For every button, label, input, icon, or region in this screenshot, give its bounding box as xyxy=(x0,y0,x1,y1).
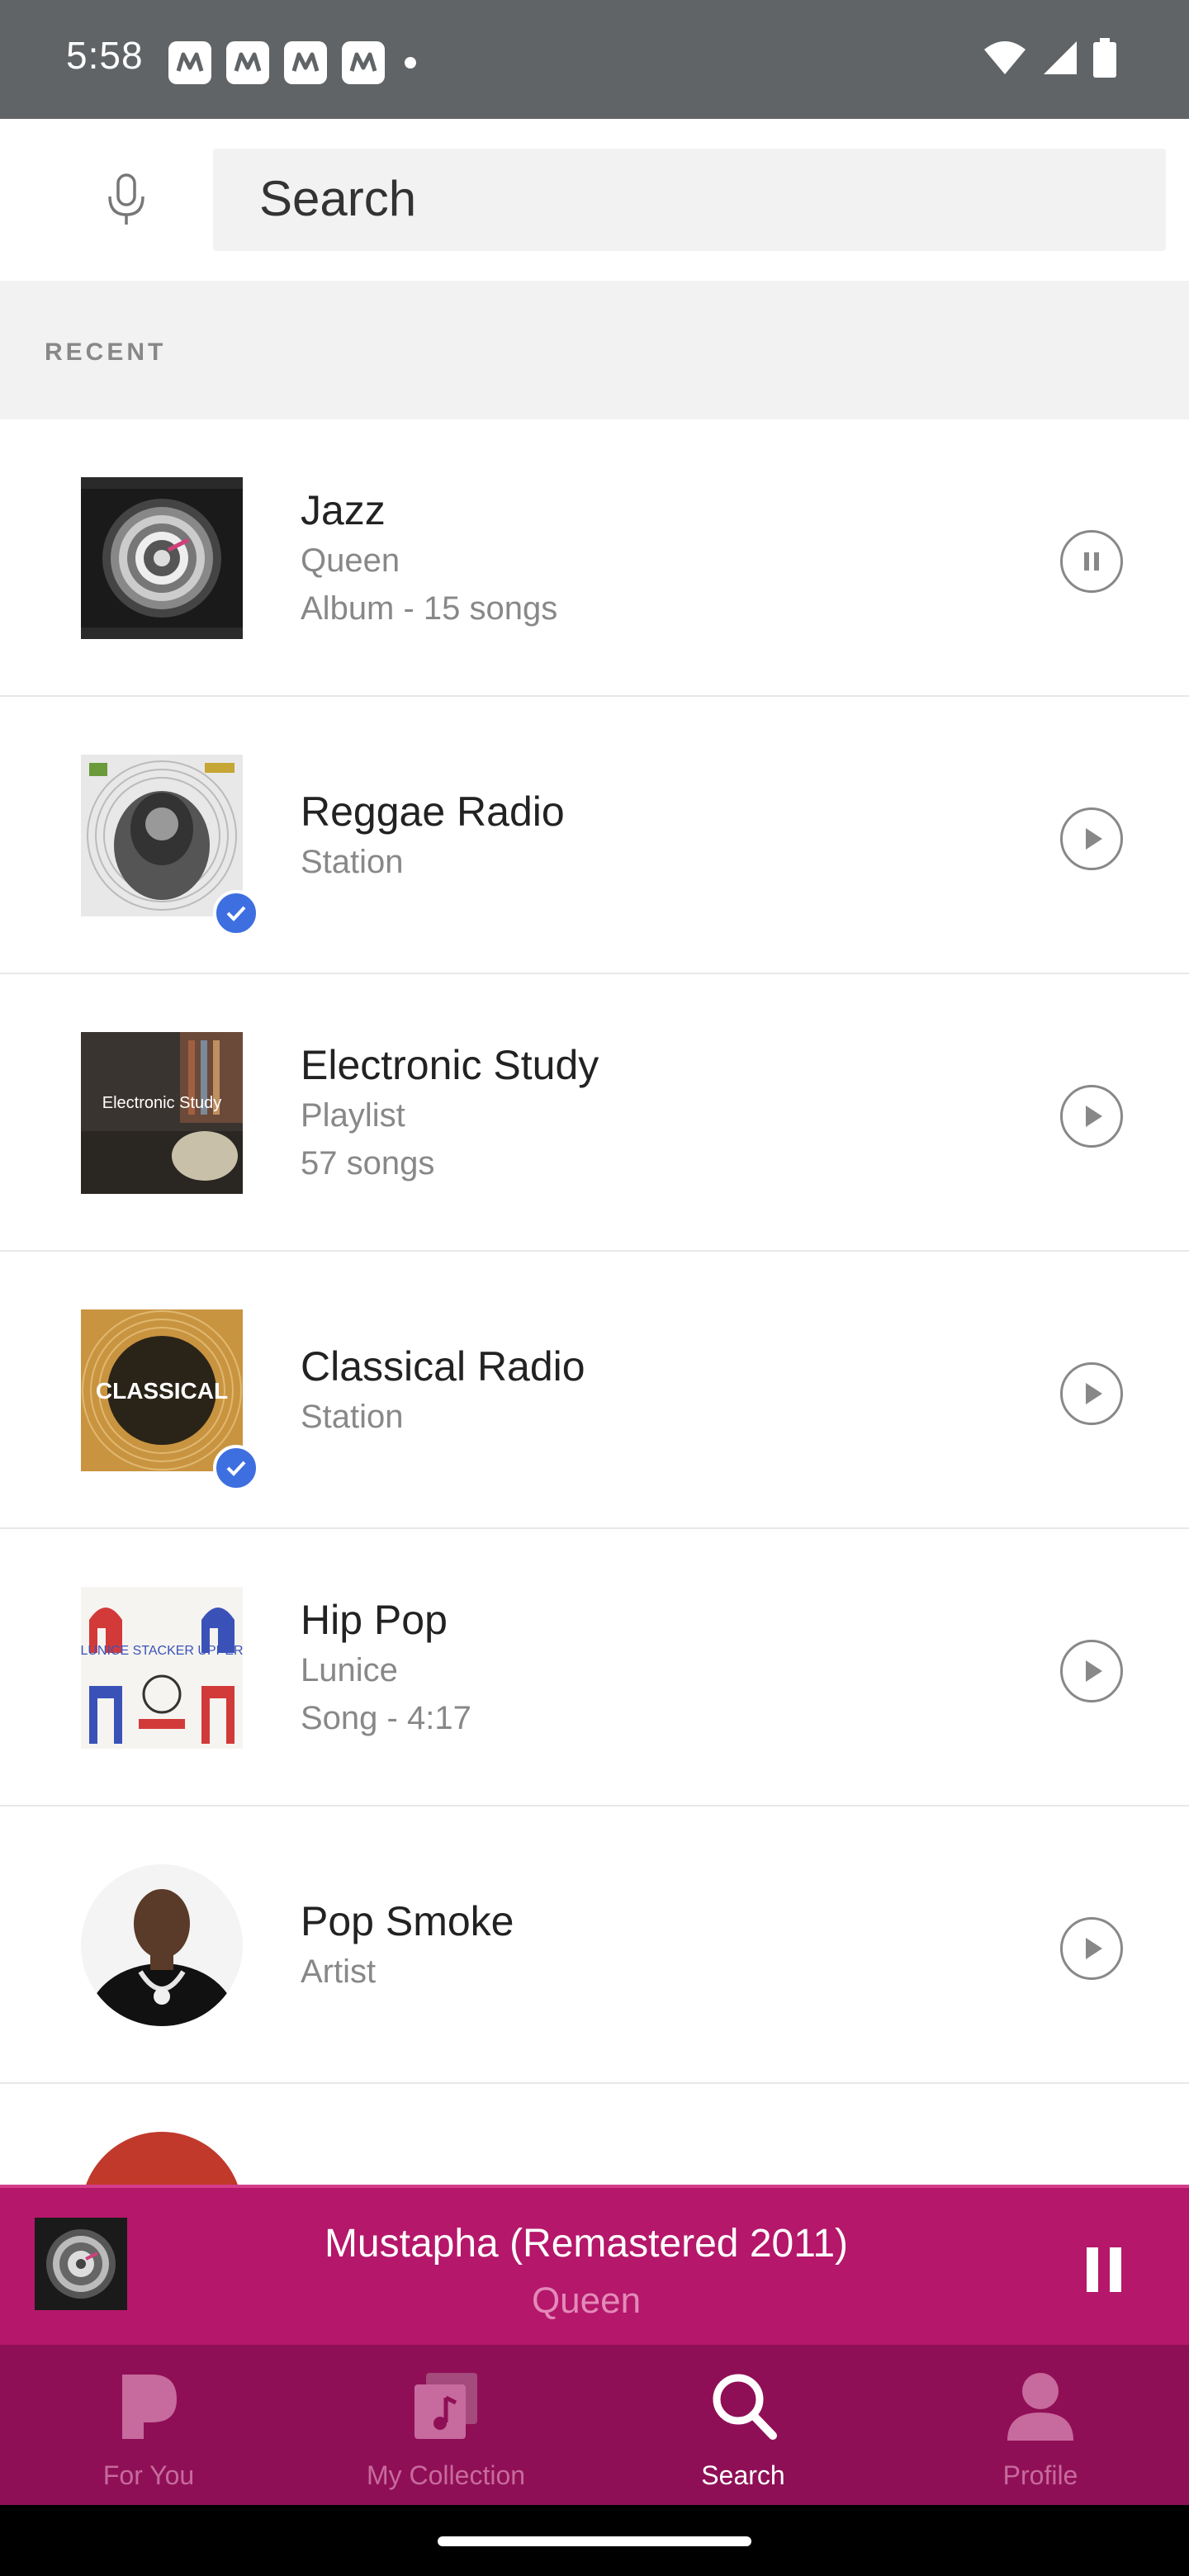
notification-app-icon xyxy=(342,41,385,84)
album-art-jazz xyxy=(81,477,243,639)
mini-player-art xyxy=(35,2218,127,2310)
nav-search[interactable]: Search xyxy=(594,2345,892,2505)
item-text: Classical Radio Station xyxy=(301,1252,585,1529)
added-check-icon xyxy=(213,1445,259,1491)
item-title: Jazz xyxy=(301,487,386,533)
item-title: Electronic Study xyxy=(301,1042,599,1088)
nav-profile[interactable]: Profile xyxy=(892,2345,1189,2505)
list-item[interactable]: Jazz Queen Album - 15 songs xyxy=(0,419,1189,697)
search-box[interactable] xyxy=(213,149,1166,251)
nav-my-collection[interactable]: My Collection xyxy=(297,2345,594,2505)
item-text: Electronic Study Playlist 57 songs xyxy=(301,974,599,1252)
item-text: Jazz Queen Album - 15 songs xyxy=(301,419,557,697)
nav-for-you[interactable]: For You xyxy=(0,2345,297,2505)
play-button[interactable] xyxy=(1060,1085,1123,1148)
system-icons xyxy=(983,38,1116,78)
signal-icon xyxy=(1044,41,1077,74)
search-header xyxy=(0,119,1189,281)
play-button[interactable] xyxy=(1060,1362,1123,1425)
search-input[interactable] xyxy=(259,172,1085,225)
station-art-reggae xyxy=(81,755,243,916)
nav-label-search: Search xyxy=(701,2460,785,2490)
item-subtitle: Artist xyxy=(301,1953,377,1990)
list-item[interactable]: Electronic Study Electronic Study Playli… xyxy=(0,974,1189,1252)
item-title: Classical Radio xyxy=(301,1343,585,1390)
play-button[interactable] xyxy=(1060,1917,1123,1980)
play-icon xyxy=(1086,1106,1102,1127)
notification-app-icon xyxy=(168,41,211,84)
pandora-p-icon xyxy=(122,2375,177,2439)
item-subtitle: Playlist xyxy=(301,1097,405,1134)
now-playing-artist: Queen xyxy=(531,2280,642,2321)
play-icon xyxy=(1086,1938,1102,1959)
recent-list: Jazz Queen Album - 15 songs Reggae Radio… xyxy=(0,419,1189,2361)
collection-icon xyxy=(414,2373,477,2439)
notification-icons xyxy=(168,41,416,84)
item-text: Pop Smoke Artist xyxy=(301,1807,514,2084)
art-text-electronic: Electronic Study xyxy=(102,1094,222,1112)
notification-app-icon xyxy=(226,41,269,84)
microphone-icon[interactable] xyxy=(104,173,149,226)
list-item[interactable]: LUNICE STACKER UPPER Hip Pop Lunice Song… xyxy=(0,1529,1189,1807)
item-subtitle-secondary: Album - 15 songs xyxy=(301,590,558,627)
song-art-hip-pop: LUNICE STACKER UPPER xyxy=(81,1587,243,1749)
item-title: Reggae Radio xyxy=(301,788,565,835)
item-title: Hip Pop xyxy=(301,1597,448,1643)
list-item[interactable]: Pop Smoke Artist xyxy=(0,1807,1189,2084)
gesture-navigation-area xyxy=(0,2505,1189,2576)
battery-icon xyxy=(1093,38,1116,78)
more-notifications-dot-icon xyxy=(405,57,416,69)
item-title: Pop Smoke xyxy=(301,1898,514,1944)
list-item[interactable]: CLASSICAL Classical Radio Station xyxy=(0,1252,1189,1529)
item-text: Hip Pop Lunice Song - 4:17 xyxy=(301,1529,471,1807)
recent-section-header: RECENT xyxy=(0,281,1189,419)
item-subtitle: Queen xyxy=(301,542,400,579)
artist-avatar-pop-smoke xyxy=(81,1864,243,2026)
status-bar: 5:58 xyxy=(0,0,1189,119)
bottom-navigation: For You My Collection Search Profile xyxy=(0,2345,1189,2505)
mini-player[interactable]: Mustapha (Remastered 2011) Queen xyxy=(0,2185,1189,2345)
playlist-art-electronic-study: Electronic Study xyxy=(81,1032,243,1194)
home-gesture-bar[interactable] xyxy=(438,2536,751,2546)
item-subtitle: Station xyxy=(301,1399,404,1435)
item-subtitle: Station xyxy=(301,844,404,880)
recent-label: RECENT xyxy=(45,339,167,366)
item-subtitle-secondary: Song - 4:17 xyxy=(301,1700,471,1736)
art-text-classical: CLASSICAL xyxy=(96,1378,228,1404)
nav-label-for-you: For You xyxy=(102,2460,195,2490)
item-text: Reggae Radio Station xyxy=(301,697,565,974)
now-playing-title: Mustapha (Remastered 2011) xyxy=(324,2222,849,2266)
pause-button[interactable] xyxy=(1060,530,1123,593)
play-button[interactable] xyxy=(1060,807,1123,870)
play-button[interactable] xyxy=(1060,1640,1123,1702)
item-subtitle-secondary: 57 songs xyxy=(301,1145,435,1181)
wifi-icon xyxy=(984,41,1026,74)
notification-app-icon xyxy=(284,41,327,84)
added-check-icon xyxy=(213,890,259,936)
play-icon xyxy=(1086,1660,1102,1682)
play-icon xyxy=(1086,1383,1102,1404)
item-subtitle: Lunice xyxy=(301,1652,398,1688)
pause-icon xyxy=(1084,552,1099,571)
list-item[interactable]: Reggae Radio Station xyxy=(0,697,1189,974)
status-time: 5:58 xyxy=(66,34,144,77)
nav-label-my-collection: My Collection xyxy=(366,2460,526,2490)
search-icon xyxy=(713,2374,777,2440)
play-icon xyxy=(1086,828,1102,850)
mini-player-pause-icon[interactable] xyxy=(1083,2246,1125,2294)
profile-icon xyxy=(1007,2373,1073,2441)
station-art-classical: CLASSICAL xyxy=(81,1309,243,1471)
art-text-hip-pop: LUNICE STACKER UPPER xyxy=(81,1644,243,1658)
nav-label-profile: Profile xyxy=(1002,2460,1078,2490)
